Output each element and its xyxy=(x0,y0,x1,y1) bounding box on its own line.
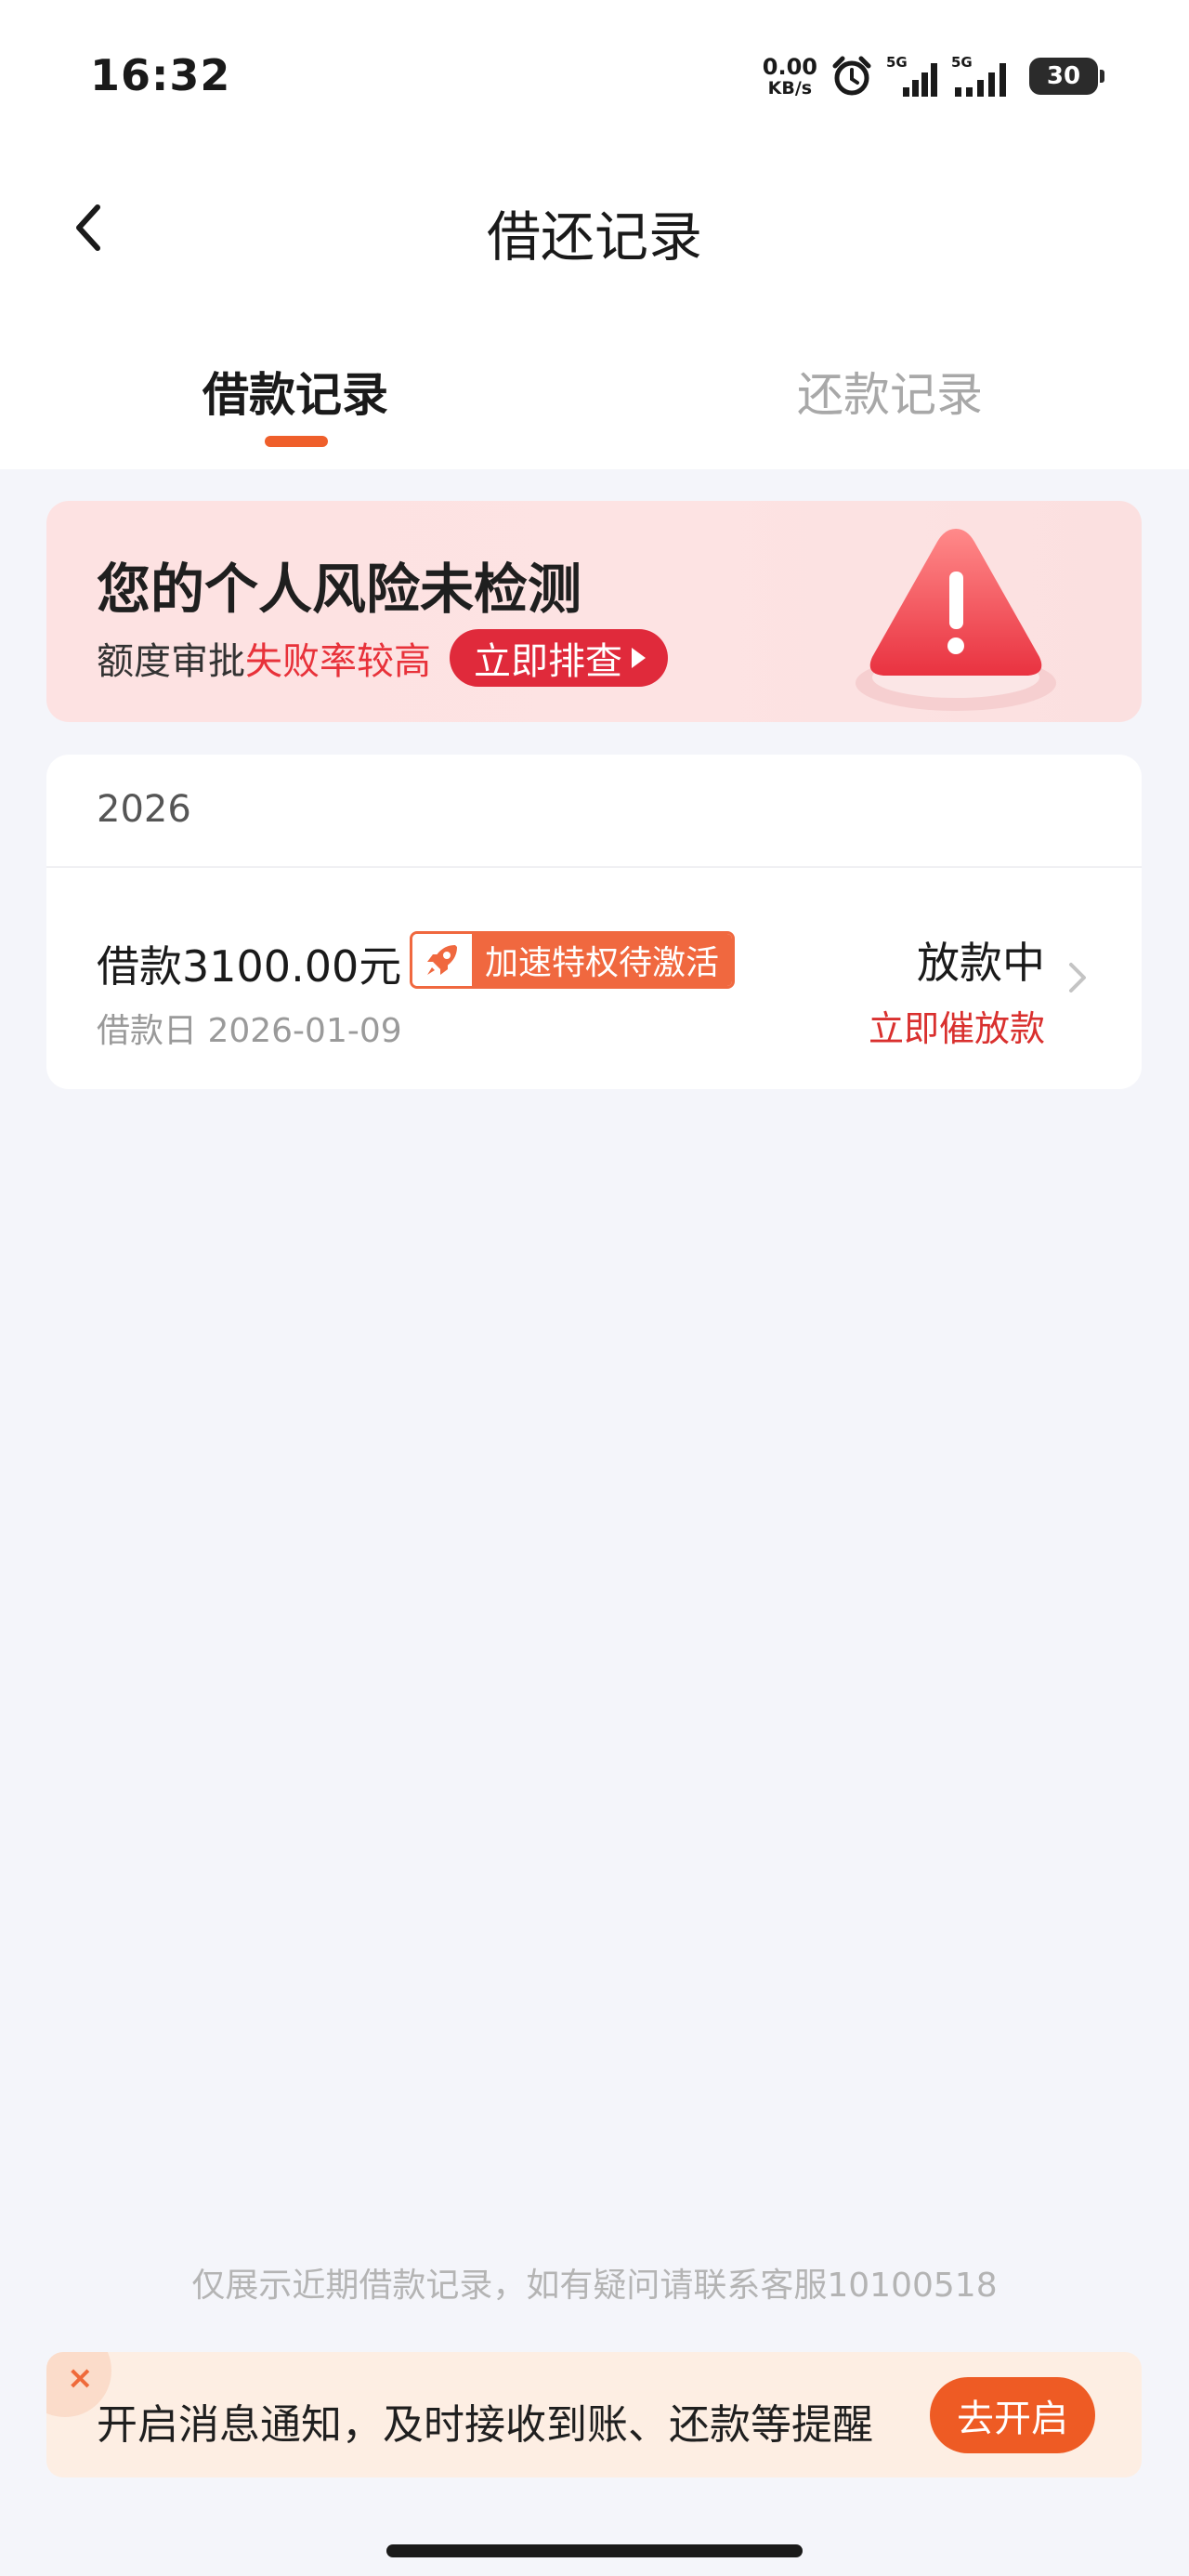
notification-bar: × 开启消息通知，及时接收到账、还款等提醒 去开启 xyxy=(46,2352,1142,2477)
risk-banner-subtitle: 额度审批 失败率较高 立即排查 xyxy=(97,629,668,687)
enable-notifications-button[interactable]: 去开启 xyxy=(930,2377,1095,2453)
signal-1-label: 5G xyxy=(886,54,908,71)
home-indicator[interactable] xyxy=(386,2544,803,2557)
navigation-bar: 借还记录 xyxy=(0,167,1189,288)
signal-icon: 5G xyxy=(951,54,1006,97)
network-speed: 0.00 KB/s xyxy=(763,56,817,98)
check-now-button[interactable]: 立即排查 xyxy=(450,629,668,687)
tab-loan-records[interactable]: 借款记录 xyxy=(203,358,388,425)
status-icons: 0.00 KB/s 5G 5G 30 xyxy=(763,50,1104,102)
tab-repayment-records[interactable]: 还款记录 xyxy=(797,358,983,425)
chevron-right-icon xyxy=(1069,963,1086,992)
network-speed-value: 0.00 xyxy=(762,53,817,80)
battery-icon: 30 xyxy=(1029,58,1104,95)
risk-subtitle-highlight: 失败率较高 xyxy=(245,640,431,683)
status-time: 16:32 xyxy=(90,50,231,100)
battery-level: 30 xyxy=(1046,62,1081,90)
year-header: 2026 xyxy=(97,788,191,831)
network-speed-unit: KB/s xyxy=(767,77,813,99)
signal-icon: 5G xyxy=(886,54,937,97)
acceleration-badge-label: 加速特权待激活 xyxy=(472,934,733,986)
close-icon: × xyxy=(67,2359,94,2397)
active-tab-indicator xyxy=(265,436,328,447)
loan-date: 借款日 2026-01-09 xyxy=(97,1012,402,1050)
urge-disbursement-link[interactable]: 立即催放款 xyxy=(869,1000,1045,1051)
signal-2-label: 5G xyxy=(951,54,973,71)
check-now-label: 立即排查 xyxy=(474,640,622,683)
loan-record-item[interactable]: 借款3100.00元 加速特权待激活 借款日 2026-01-09 放款中 立即… xyxy=(46,868,1142,1089)
page-title: 借还记录 xyxy=(486,205,702,269)
risk-subtitle-prefix: 额度审批 xyxy=(97,640,245,683)
records-note: 仅展示近期借款记录，如有疑问请联系客服10100518 xyxy=(191,2267,998,2305)
notification-text: 开启消息通知，及时接收到账、还款等提醒 xyxy=(97,2401,873,2449)
play-arrow-icon xyxy=(632,648,646,668)
loan-amount: 借款3100.00元 xyxy=(97,941,402,992)
rocket-icon xyxy=(412,934,472,986)
acceleration-badge[interactable]: 加速特权待激活 xyxy=(410,931,736,989)
alarm-icon xyxy=(832,56,871,96)
warning-triangle-icon xyxy=(856,529,1056,711)
risk-banner[interactable]: 您的个人风险未检测 额度审批 失败率较高 立即排查 xyxy=(46,501,1142,722)
loan-records-card: 2026 借款3100.00元 加速特权待激活 借款日 2026-01-09 放… xyxy=(46,755,1142,1089)
loan-status: 放款中 xyxy=(917,938,1045,988)
risk-banner-title: 您的个人风险未检测 xyxy=(97,558,582,621)
